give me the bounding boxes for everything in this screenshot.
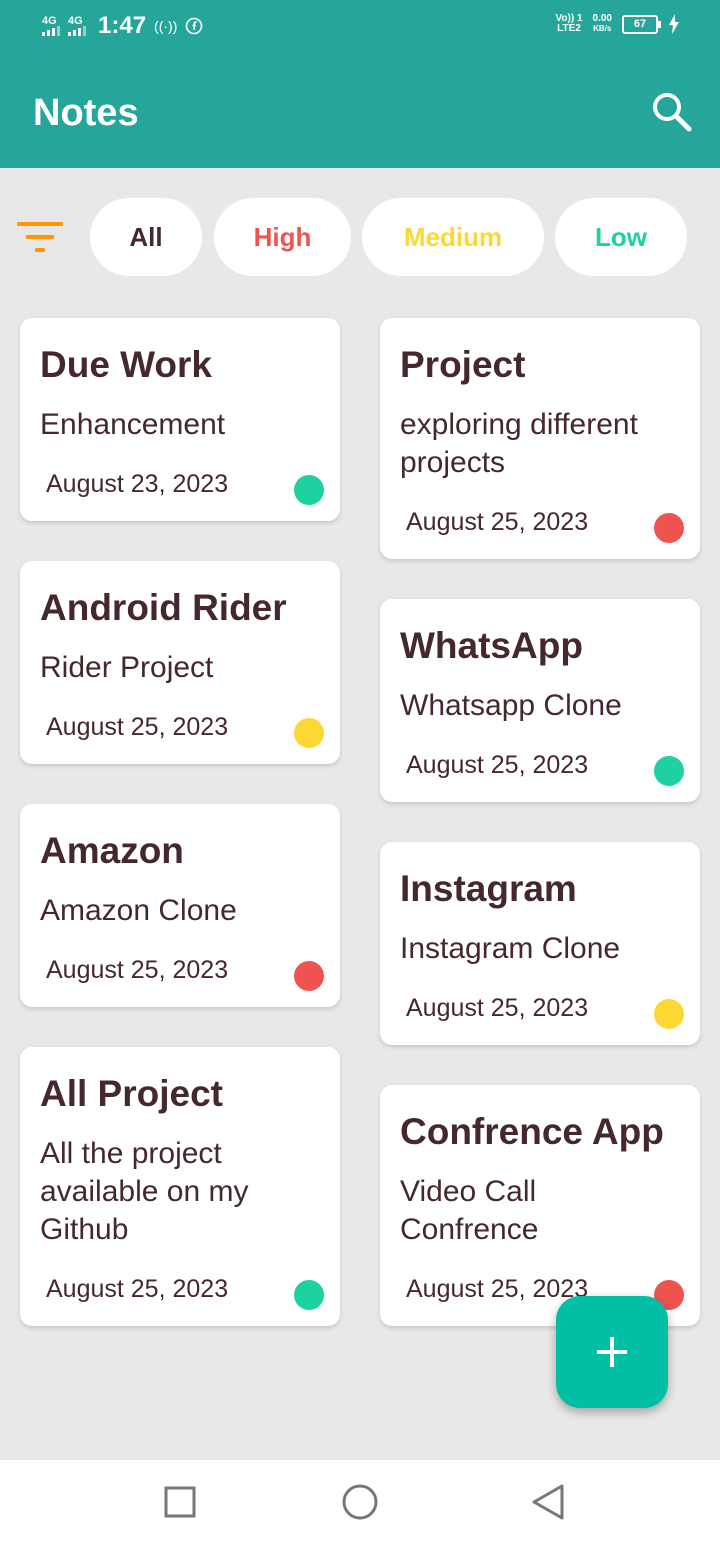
note-date: August 23, 2023 xyxy=(46,470,229,498)
note-date: August 25, 2023 xyxy=(406,751,589,779)
network-signal-1: 4G xyxy=(42,16,60,36)
note-card-android-rider[interactable]: Android Rider Rider Project August 25, 2… xyxy=(20,561,340,764)
circle-icon[interactable] xyxy=(338,1480,382,1524)
filter-chip-medium[interactable]: Medium xyxy=(362,198,544,276)
priority-dot-high xyxy=(654,513,684,543)
network-speed: 0.00 KB/s xyxy=(593,14,612,34)
system-nav-bar xyxy=(0,1460,720,1544)
note-date: August 25, 2023 xyxy=(46,956,229,984)
note-body: exploring different projects xyxy=(400,408,638,479)
note-title: WhatsApp xyxy=(400,625,583,666)
note-body: Instagram Clone xyxy=(400,932,621,965)
filter-chip-high[interactable]: High xyxy=(214,198,351,276)
note-title: Instagram xyxy=(400,868,577,909)
filter-chip-all[interactable]: All xyxy=(90,198,202,276)
note-card-whatsapp[interactable]: WhatsApp Whatsapp Clone August 25, 2023 xyxy=(380,599,700,802)
note-card-due-work[interactable]: Due Work Enhancement August 23, 2023 xyxy=(20,318,340,521)
volte-indicator: Vo)) 1 LTE2 xyxy=(555,14,582,34)
status-bar: 4G 4G 1:47 ((·)) Vo)) 1 LTE2 0.00 KB/s 6… xyxy=(0,0,720,58)
plus-icon xyxy=(597,1337,627,1367)
filter-chip-label: High xyxy=(253,221,312,252)
facebook-icon xyxy=(186,17,203,35)
note-body: Whatsapp Clone xyxy=(400,689,622,722)
filter-chip-low[interactable]: Low xyxy=(555,198,687,276)
square-icon[interactable] xyxy=(158,1480,202,1524)
filter-chip-label: Low xyxy=(595,221,647,252)
filter-chip-label: Medium xyxy=(403,221,503,252)
note-body: Video Call Confrence xyxy=(400,1175,539,1246)
filter-chip-label: All xyxy=(129,221,163,252)
speed-unit: KB/s xyxy=(593,24,612,33)
note-title: Amazon xyxy=(40,830,184,871)
note-title: Android Rider xyxy=(40,587,287,628)
network-type-2: 4G xyxy=(68,15,83,27)
battery-indicator: 67 xyxy=(622,14,661,34)
note-title: Due Work xyxy=(40,344,213,385)
clock: 1:47 xyxy=(98,12,147,39)
battery-level: 67 xyxy=(633,17,647,30)
note-card-project[interactable]: Project exploring different projects Aug… xyxy=(380,318,700,559)
note-card-instagram[interactable]: Instagram Instagram Clone August 25, 202… xyxy=(380,842,700,1045)
page-title: Notes xyxy=(33,92,139,134)
network-signal-2: 4G xyxy=(68,16,86,36)
speed-value: 0.00 xyxy=(592,13,612,24)
note-date: August 25, 2023 xyxy=(406,1275,589,1303)
note-body: Rider Project xyxy=(40,651,214,684)
search-icon[interactable] xyxy=(650,90,694,134)
note-date: August 25, 2023 xyxy=(406,508,589,536)
network-type-1: 4G xyxy=(42,15,57,27)
hotspot-icon: ((·)) xyxy=(154,18,178,34)
priority-dot-low xyxy=(294,475,324,505)
priority-dot-low xyxy=(654,756,684,786)
note-body: Enhancement xyxy=(40,408,226,441)
note-date: August 25, 2023 xyxy=(406,994,589,1022)
note-date: August 25, 2023 xyxy=(46,713,229,741)
note-title: All Project xyxy=(40,1073,223,1114)
note-card-all-project[interactable]: All Project All the project available on… xyxy=(20,1047,340,1326)
priority-dot-medium xyxy=(654,999,684,1029)
priority-dot-medium xyxy=(294,718,324,748)
note-title: Confrence App xyxy=(400,1111,664,1152)
charging-icon xyxy=(669,14,679,34)
note-body: Amazon Clone xyxy=(40,894,237,927)
note-card-amazon[interactable]: Amazon Amazon Clone August 25, 2023 xyxy=(20,804,340,1007)
triangle-back-icon[interactable] xyxy=(526,1480,570,1524)
note-card-confrence-app[interactable]: Confrence App Video Call Confrence Augus… xyxy=(380,1085,700,1326)
note-body: All the project available on my Github xyxy=(40,1137,249,1246)
priority-dot-high xyxy=(294,961,324,991)
note-date: August 25, 2023 xyxy=(46,1275,229,1303)
filter-icon[interactable] xyxy=(16,220,64,256)
priority-dot-low xyxy=(294,1280,324,1310)
app-bar: Notes xyxy=(0,58,720,168)
add-note-button[interactable] xyxy=(556,1296,668,1408)
note-title: Project xyxy=(400,344,526,385)
lte-label: LTE2 xyxy=(557,23,581,34)
